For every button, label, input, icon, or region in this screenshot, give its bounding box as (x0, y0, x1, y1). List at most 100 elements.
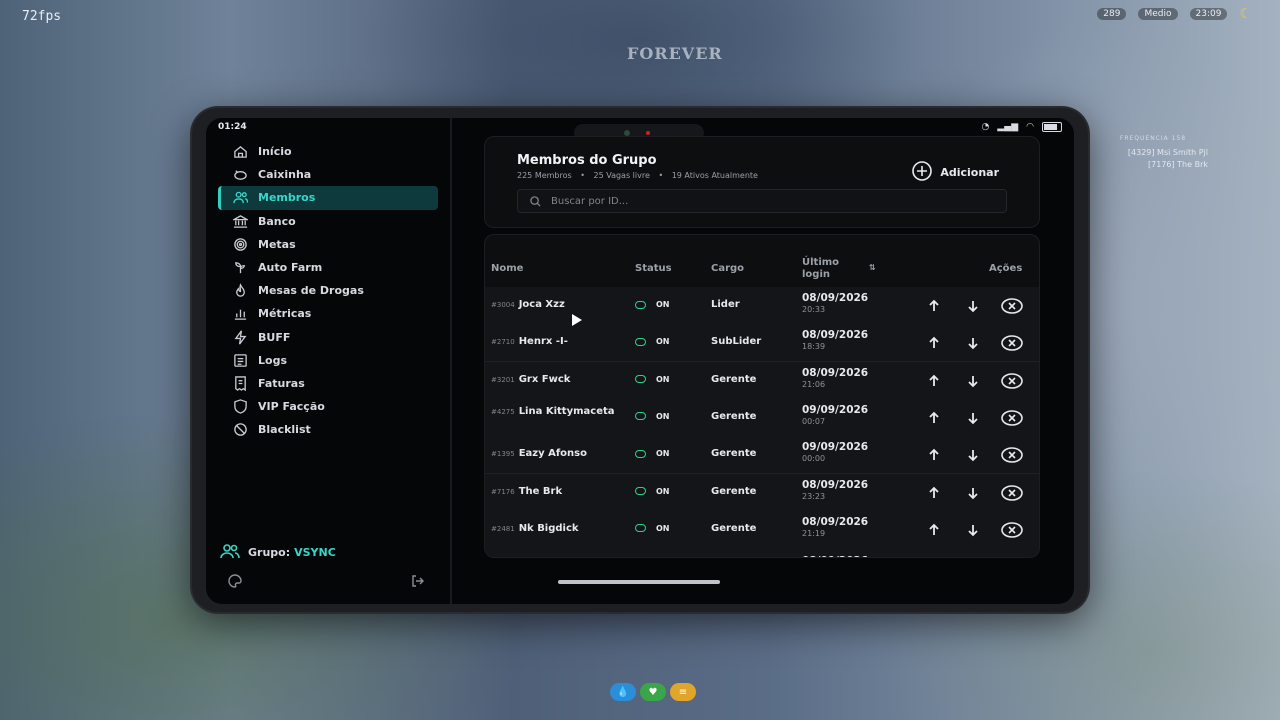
remove-member-x-circle-icon[interactable] (1001, 445, 1023, 465)
online-status-icon (635, 449, 646, 458)
last-login-time: 00:00 (802, 454, 826, 464)
last-login-date: 08/09/2026 (802, 292, 869, 304)
bar-chart-icon (232, 306, 248, 322)
last-login-date: 08/09/2026 (802, 556, 868, 557)
column-header-cargo[interactable]: Cargo (711, 263, 744, 274)
sidebar-item-metas[interactable]: Metas (218, 233, 438, 256)
sidebar-item-buff[interactable]: BUFF (218, 326, 438, 349)
column-header-status[interactable]: Status (635, 263, 672, 274)
members-table: Nome Status Cargo Último login ⇅ Ações #… (484, 234, 1040, 558)
member-id: #3201 (491, 375, 515, 384)
sidebar-item-banco[interactable]: Banco (218, 210, 438, 233)
radio-entry: [4329] Msi Smith Pjl (1127, 148, 1208, 157)
sidebar-item-blacklist[interactable]: Blacklist (218, 418, 438, 441)
home-indicator[interactable] (558, 580, 720, 584)
search-icon (530, 192, 541, 211)
member-id: #1395 (491, 450, 515, 459)
demote-arrow-down-icon[interactable] (964, 484, 982, 502)
status-cell: ON (635, 375, 670, 384)
sort-icon[interactable]: ⇅ (869, 263, 876, 272)
sidebar-item-label: Membros (258, 191, 316, 205)
tablet-device: 01:24 Início Caixinha Membros Banco Metas Aut… (192, 108, 1088, 612)
search-field[interactable] (517, 189, 1007, 213)
remove-member-x-circle-icon[interactable] (1001, 520, 1023, 540)
promote-arrow-up-icon[interactable] (925, 409, 943, 427)
remove-member-x-circle-icon[interactable] (1001, 483, 1023, 503)
demote-arrow-down-icon[interactable] (964, 297, 982, 315)
cargo-cell: Gerente (711, 373, 757, 385)
add-member-label: Adicionar (940, 166, 999, 179)
zap-icon (232, 329, 248, 345)
demote-arrow-down-icon[interactable] (964, 372, 982, 390)
remove-member-x-circle-icon[interactable] (1001, 333, 1023, 353)
last-login-cell: 08/09/2026 18:39 (802, 330, 868, 352)
status-cell: ON (635, 300, 670, 309)
group-label: Grupo: (248, 546, 291, 559)
logout-icon[interactable] (411, 573, 425, 592)
column-header-last-login[interactable]: Último login (802, 257, 858, 281)
promote-arrow-up-icon[interactable] (925, 297, 943, 315)
cargo-cell: SubLider (711, 336, 762, 348)
sidebar-item-label: Métricas (258, 307, 312, 321)
status-bar-icons: ◔ ▂▄▆ ◠ (982, 122, 1062, 132)
last-login-cell: 08/09/2026 23:23 (802, 478, 869, 502)
sidebar: 01:24 Início Caixinha Membros Banco Metas Aut… (206, 118, 452, 604)
stat-members: 225 Membros (517, 171, 572, 180)
sidebar-item-in-cio[interactable]: Início (218, 140, 438, 163)
add-member-button[interactable]: Adicionar (912, 161, 999, 184)
sidebar-item-label: Blacklist (258, 423, 311, 437)
status-text: ON (656, 374, 670, 384)
sidebar-nav: Início Caixinha Membros Banco Metas Auto Farm… (218, 140, 438, 441)
sidebar-item-m-tricas[interactable]: Métricas (218, 302, 438, 325)
online-status-icon (635, 412, 646, 421)
status-text: ON (656, 411, 670, 421)
status-text: ON (656, 449, 670, 459)
member-name: Grx Fwck (518, 373, 571, 385)
status-cell: ON (635, 449, 670, 458)
group-indicator: Grupo: VSYNC (220, 543, 336, 562)
member-name: Henrx -I- (518, 336, 568, 348)
food-icon: ≡ (670, 683, 696, 701)
sidebar-item-caixinha[interactable]: Caixinha (218, 163, 438, 186)
sidebar-item-faturas[interactable]: Faturas (218, 372, 438, 395)
member-id: #2481 (491, 524, 515, 533)
member-name-cell: #4275 Lina Kittymaceta (491, 406, 621, 418)
table-header: Nome Status Cargo Último login ⇅ Ações (485, 235, 1039, 288)
demote-arrow-down-icon[interactable] (964, 409, 982, 427)
radio-entry: [7176] The Brk (1148, 160, 1208, 169)
remove-member-x-circle-icon[interactable] (1001, 371, 1023, 391)
demote-arrow-down-icon[interactable] (964, 521, 982, 539)
member-name-cell: #2710 Henrx -I- (491, 336, 621, 348)
home-icon (232, 144, 248, 160)
list-icon (232, 352, 248, 368)
sidebar-item-logs[interactable]: Logs (218, 349, 438, 372)
promote-arrow-up-icon[interactable] (925, 372, 943, 390)
member-name-cell: #3004 Joca Xzz (491, 299, 621, 311)
column-header-name[interactable]: Nome (491, 263, 523, 274)
last-login-date: 08/09/2026 (802, 478, 869, 491)
promote-arrow-up-icon[interactable] (925, 446, 943, 464)
status-text: ON (656, 523, 670, 533)
online-status-icon (635, 524, 646, 533)
sidebar-item-auto-farm[interactable]: Auto Farm (218, 256, 438, 279)
remove-member-x-circle-icon[interactable] (1001, 296, 1023, 316)
promote-arrow-up-icon[interactable] (925, 334, 943, 352)
remove-member-x-circle-icon[interactable] (1001, 408, 1023, 428)
last-login-cell: 08/09/2026 21:06 (802, 367, 868, 390)
receipt-icon (232, 375, 248, 391)
sidebar-item-mesas-de-drogas[interactable]: Mesas de Drogas (218, 279, 438, 302)
water-icon: 💧 (610, 683, 636, 701)
sidebar-item-vip-fac-o[interactable]: VIP Facção (218, 395, 438, 418)
palette-icon[interactable] (228, 573, 242, 592)
table-row: #2481 Nk Bigdick ON Gerente 08/09/2026 21:19 (485, 510, 1039, 549)
demote-arrow-down-icon[interactable] (964, 446, 982, 464)
promote-arrow-up-icon[interactable] (925, 484, 943, 502)
demote-arrow-down-icon[interactable] (964, 334, 982, 352)
users-icon (220, 543, 240, 562)
sidebar-item-label: Banco (258, 214, 296, 228)
top-hud: 289 Medio 23:09 ☾ (1097, 6, 1252, 22)
search-input[interactable] (549, 194, 973, 208)
promote-arrow-up-icon[interactable] (925, 521, 943, 539)
sidebar-item-membros[interactable]: Membros (218, 186, 438, 210)
last-login-cell: 09/09/2026 00:00 (802, 442, 868, 464)
